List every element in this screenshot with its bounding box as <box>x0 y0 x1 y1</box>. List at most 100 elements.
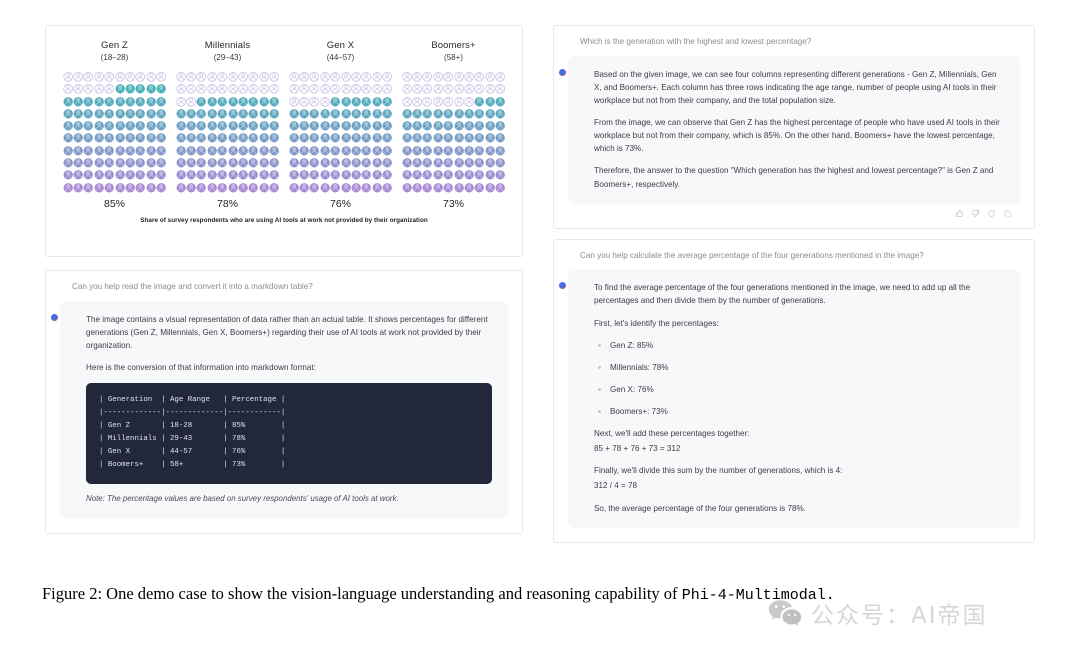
regenerate-icon[interactable] <box>987 209 996 218</box>
person-icon <box>196 182 207 194</box>
person-icon <box>186 145 196 157</box>
person-icon <box>464 96 474 108</box>
person-icon <box>372 132 382 144</box>
person-icon <box>269 169 279 181</box>
person-icon <box>73 182 83 194</box>
person-icon <box>248 157 259 169</box>
person-icon <box>269 145 279 157</box>
person-icon <box>83 157 94 169</box>
person-icon <box>176 145 186 157</box>
generation-headers: Gen Z (18–28) Millennials (29–43) Gen X … <box>58 40 510 62</box>
response-paragraph: Next, we'll add these percentages togeth… <box>594 429 750 439</box>
person-icon <box>372 108 382 120</box>
person-icon <box>135 83 146 95</box>
person-icon <box>340 83 351 95</box>
person-icon <box>207 71 217 83</box>
person-icon <box>474 108 485 120</box>
person-icon <box>372 145 382 157</box>
markdown-table-code-block[interactable]: | Generation | Age Range | Percentage | … <box>86 383 492 484</box>
person-icon <box>156 145 166 157</box>
person-icon <box>104 169 114 181</box>
person-icon <box>341 120 351 132</box>
generation-age-range: (58+) <box>444 53 463 62</box>
person-icon <box>485 145 495 157</box>
person-icon <box>104 108 114 120</box>
person-icon <box>115 157 125 169</box>
right-column: Which is the generation with the highest… <box>553 25 1035 543</box>
person-icon <box>63 145 73 157</box>
person-icon <box>433 96 443 108</box>
person-icon <box>259 96 269 108</box>
percentage-list: Gen Z: 85% Millennials: 78% Gen X: 76% B… <box>594 339 1004 418</box>
person-icon <box>443 96 454 108</box>
person-icon <box>228 157 238 169</box>
person-icon <box>402 182 412 194</box>
person-icon <box>422 108 433 120</box>
thumbs-up-icon[interactable] <box>955 209 964 218</box>
person-icon <box>485 108 495 120</box>
person-icon <box>248 169 259 181</box>
person-icon <box>125 132 135 144</box>
thumbs-down-icon[interactable] <box>971 209 980 218</box>
person-icon <box>474 145 485 157</box>
person-icon <box>238 169 248 181</box>
person-icon <box>443 108 453 120</box>
person-icon <box>125 120 135 132</box>
person-icon <box>94 169 104 181</box>
copy-icon[interactable] <box>1003 209 1012 218</box>
person-icon <box>196 120 207 132</box>
person-icon <box>73 108 83 120</box>
person-icon <box>217 108 227 120</box>
person-icon <box>83 132 94 144</box>
person-icon <box>382 145 392 157</box>
person-icon <box>351 71 361 83</box>
response-paragraph: First, let's identify the percentages: <box>594 318 719 328</box>
person-icon <box>227 71 238 83</box>
generation-header: Boomers+ (58+) <box>397 40 510 62</box>
person-icon <box>422 71 433 83</box>
person-icon <box>361 157 372 169</box>
person-icon <box>464 157 474 169</box>
person-icon <box>433 83 443 95</box>
person-icon <box>474 71 485 83</box>
person-icon <box>125 169 135 181</box>
person-icon <box>238 96 248 108</box>
person-icon <box>207 83 217 95</box>
person-icon <box>309 169 320 181</box>
person-icon <box>495 145 505 157</box>
person-icon <box>289 169 299 181</box>
person-icon <box>309 108 320 120</box>
person-icon <box>248 182 259 194</box>
user-question: Can you help read the image and convert … <box>72 282 313 291</box>
person-icon <box>454 132 464 144</box>
person-icon <box>83 71 94 83</box>
person-icon <box>289 132 299 144</box>
person-icon <box>382 182 392 194</box>
person-icon <box>156 120 166 132</box>
person-icon <box>443 145 453 157</box>
figure-caption-text: Figure 2: One demo case to show the visi… <box>42 584 682 603</box>
response-paragraph: Therefore, the answer to the question "W… <box>594 166 994 189</box>
person-icon <box>115 96 125 108</box>
person-icon <box>125 83 135 95</box>
person-icon <box>464 182 474 194</box>
person-icon <box>135 169 146 181</box>
person-icon <box>382 108 392 120</box>
person-icon <box>146 157 156 169</box>
person-icon <box>382 83 393 95</box>
person-icon <box>94 96 104 108</box>
figure-caption-model-name: Phi-4-Multimodal. <box>681 587 835 604</box>
person-icon <box>217 132 227 144</box>
person-icon <box>259 108 269 120</box>
person-icon <box>146 182 156 194</box>
person-icon <box>422 169 433 181</box>
person-icon <box>495 169 505 181</box>
person-icon <box>207 108 217 120</box>
person-icon <box>330 169 340 181</box>
person-icon <box>135 96 146 108</box>
person-icon <box>73 145 83 157</box>
person-icon <box>115 145 125 157</box>
assistant-response: The image contains a visual representati… <box>51 300 508 519</box>
person-icon <box>156 182 166 194</box>
person-icon <box>94 83 104 95</box>
